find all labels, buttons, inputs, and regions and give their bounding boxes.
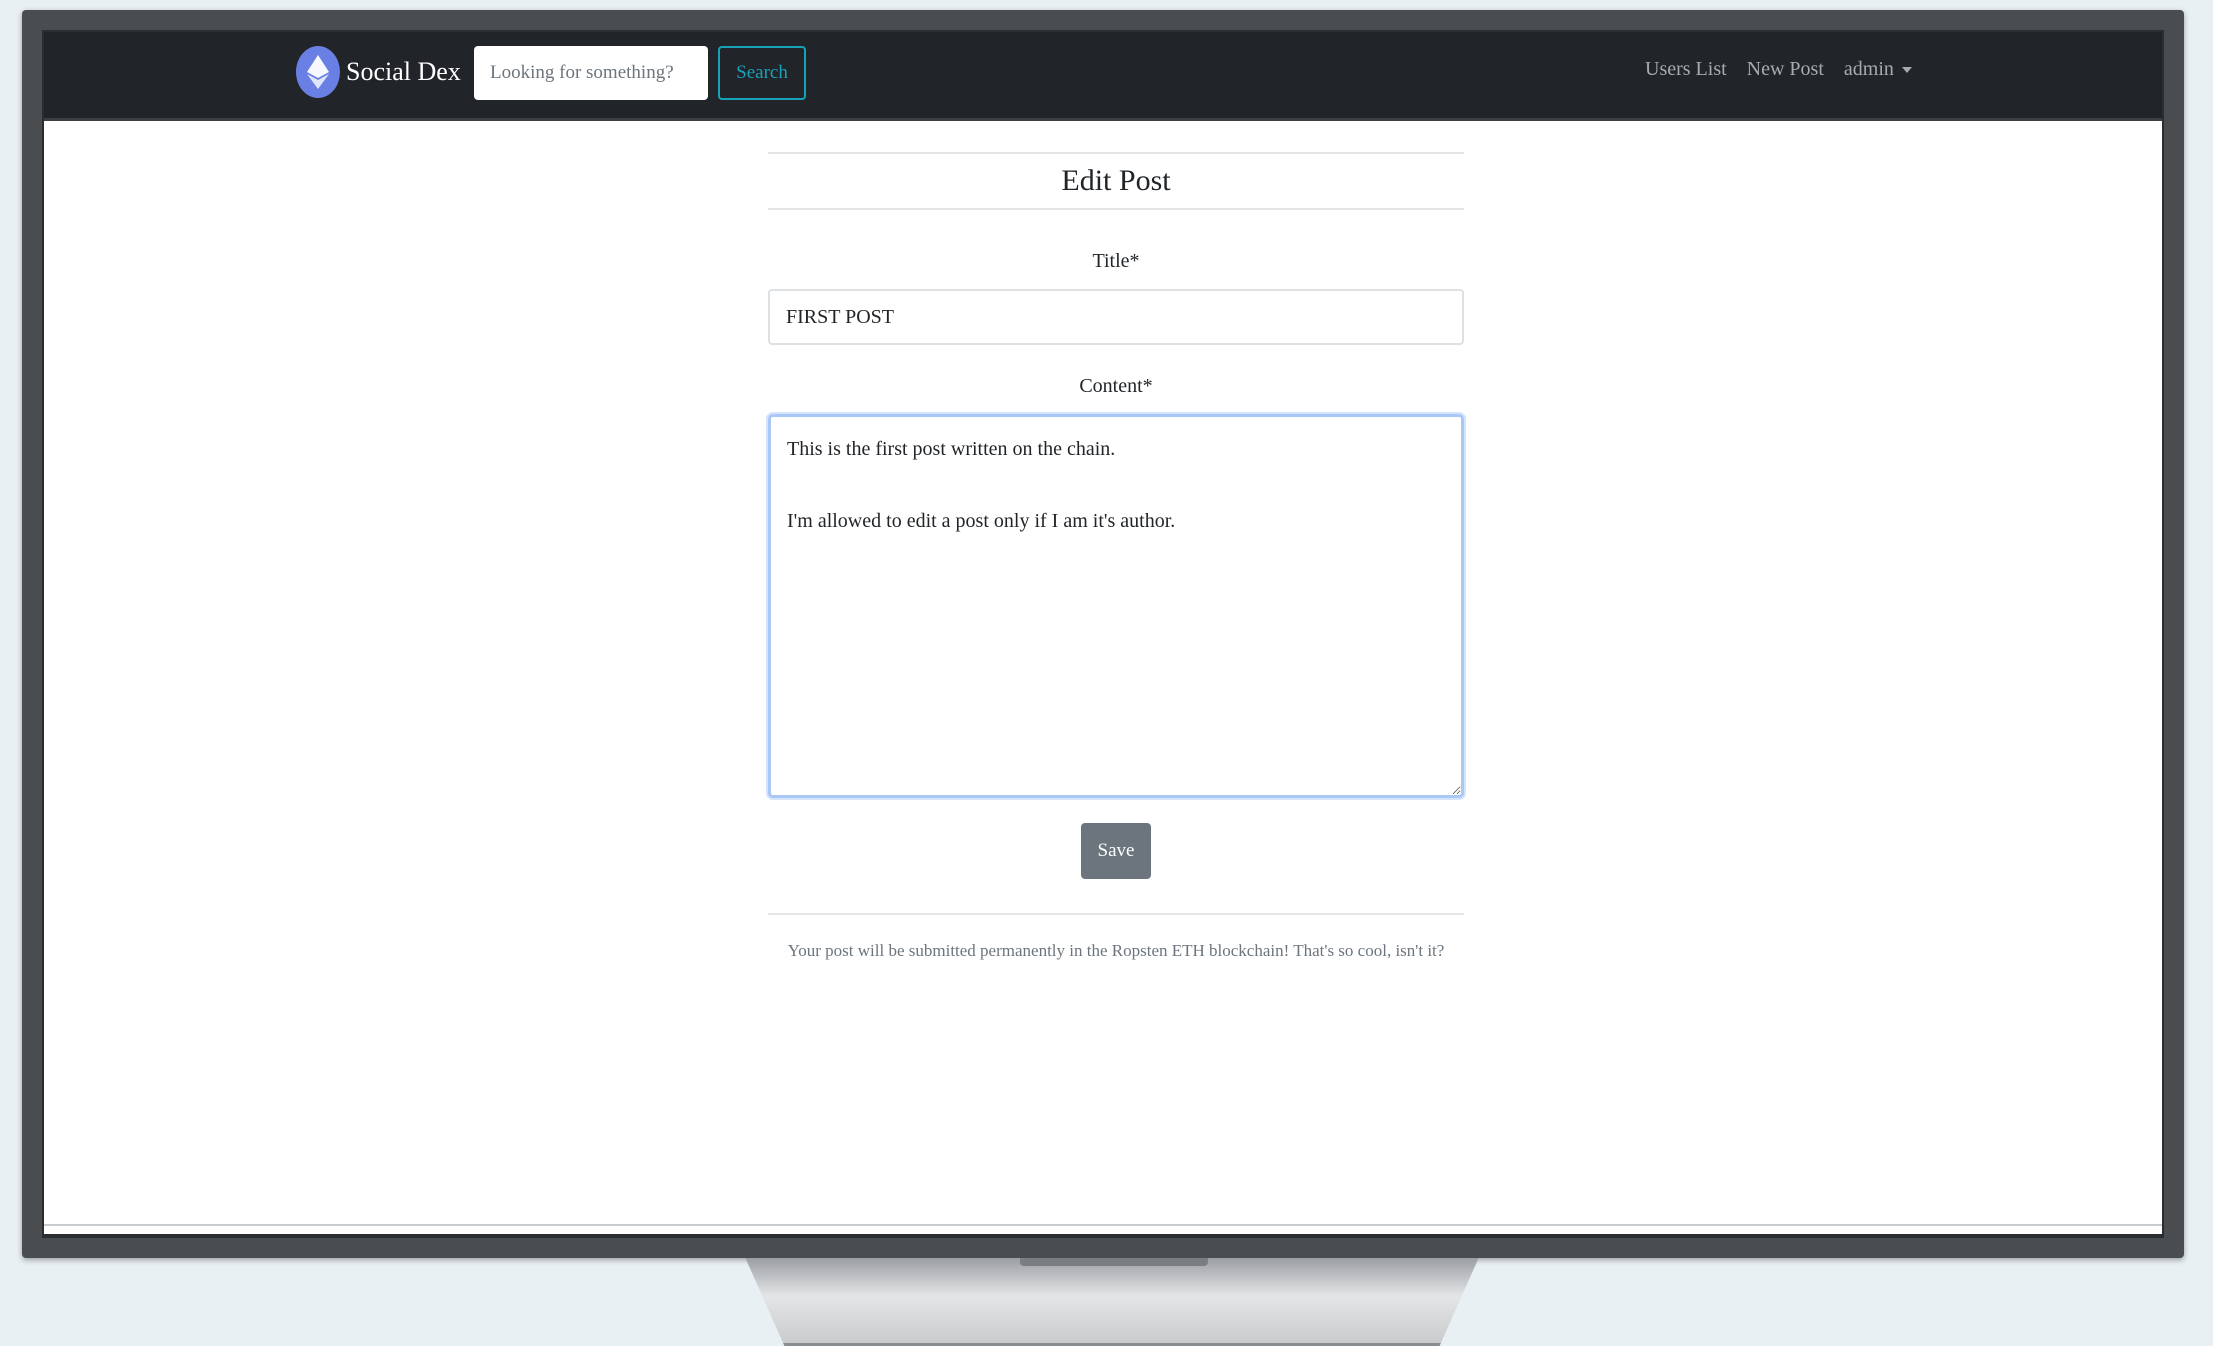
content-label: Content* — [1079, 375, 1153, 397]
navbar: Social Dex Search Users List New Post ad… — [44, 32, 2162, 121]
save-row: Save — [768, 823, 1464, 879]
divider — [768, 913, 1464, 915]
search-button[interactable]: Search — [718, 46, 806, 100]
brand-name: Social Dex — [346, 57, 461, 86]
nav-users-list[interactable]: Users List — [1645, 58, 1727, 81]
title-input[interactable] — [768, 289, 1464, 345]
search-input[interactable] — [474, 46, 708, 100]
ethereum-diamond-icon — [296, 46, 340, 98]
content-textarea[interactable]: This is the first post written on the ch… — [768, 414, 1464, 798]
screen-bottom-line — [44, 1224, 2162, 1226]
save-button[interactable]: Save — [1081, 823, 1151, 879]
footer-note: Your post will be submitted permanently … — [787, 941, 1445, 960]
title-label: Title* — [1092, 250, 1140, 272]
edit-post-form: Edit Post Title* Content* This is the fi… — [768, 152, 1464, 961]
caret-down-icon — [1901, 67, 1912, 74]
monitor-stand — [745, 1258, 1479, 1346]
brand-link[interactable]: Social Dex — [296, 46, 461, 98]
nav-links: Users List New Post admin — [1645, 58, 1932, 81]
browser-screen: Social Dex Search Users List New Post ad… — [44, 32, 2162, 1234]
monitor-bezel: Social Dex Search Users List New Post ad… — [42, 30, 2164, 1238]
monitor-stand-neck — [1020, 1258, 1208, 1266]
page-title: Edit Post — [768, 152, 1464, 210]
nav-new-post[interactable]: New Post — [1747, 58, 1824, 81]
account-name: admin — [1843, 58, 1894, 80]
monitor-frame: Social Dex Search Users List New Post ad… — [22, 10, 2184, 1258]
account-dropdown[interactable]: admin — [1844, 58, 1912, 81]
